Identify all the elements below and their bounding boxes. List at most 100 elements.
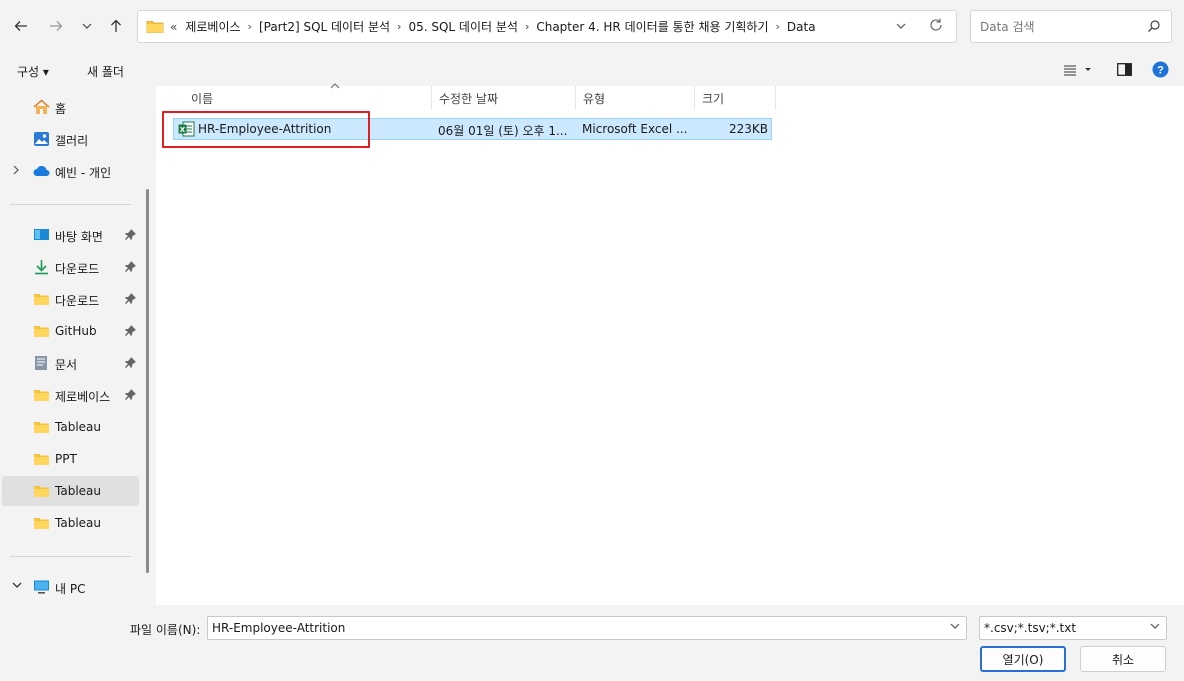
sidebar-item-label: 다운로드 xyxy=(55,262,100,276)
sidebar-item-tableau-2[interactable]: Tableau xyxy=(2,508,139,538)
file-type: Microsoft Excel ... xyxy=(582,122,688,136)
sidebar-item-label: 내 PC xyxy=(55,582,86,596)
filetype-select[interactable]: *.csv;*.tsv;*.txt xyxy=(979,616,1167,640)
sidebar-item-downloads[interactable]: 다운로드 xyxy=(2,252,139,282)
sidebar-scrollbar[interactable] xyxy=(146,189,149,573)
recent-locations-chevron-icon[interactable] xyxy=(75,14,99,38)
sidebar-item-tableau-selected[interactable]: Tableau xyxy=(2,476,139,506)
sidebar-item-label: 제로베이스 xyxy=(55,390,111,404)
up-arrow-icon[interactable] xyxy=(104,14,128,38)
dialog-footer: 파일 이름(N): HR-Employee-Attrition *.csv;*.… xyxy=(0,605,1184,681)
sidebar-item-label: Tableau xyxy=(55,484,101,498)
expand-chevron-icon[interactable] xyxy=(12,165,20,178)
onedrive-cloud-icon xyxy=(33,163,50,179)
folder-icon xyxy=(33,387,50,403)
download-arrow-icon xyxy=(33,259,50,275)
breadcrumb-chevron-icon[interactable]: › xyxy=(776,20,780,33)
column-size-label: 크기 xyxy=(702,91,725,106)
cancel-button[interactable]: 취소 xyxy=(1080,646,1166,672)
sidebar-item-label: PPT xyxy=(55,452,77,466)
sidebar-item-documents[interactable]: 문서 xyxy=(2,348,139,378)
sidebar-divider xyxy=(10,556,131,557)
sidebar-item-label: GitHub xyxy=(55,324,97,338)
sidebar-item-label: Tableau xyxy=(55,516,101,530)
view-options-icon[interactable] xyxy=(1063,63,1093,80)
new-folder-button[interactable]: 새 폴더 xyxy=(87,63,124,80)
refresh-icon[interactable] xyxy=(928,17,946,35)
search-placeholder: Data 검색 xyxy=(980,20,1035,34)
annotation-highlight-box xyxy=(162,111,370,148)
breadcrumb-chevron-icon[interactable]: › xyxy=(397,20,401,33)
file-modified: 06월 01일 (토) 오후 1... xyxy=(438,124,568,138)
column-modified-label: 수정한 날짜 xyxy=(439,91,499,106)
pin-icon[interactable] xyxy=(125,293,136,305)
column-type-label: 유형 xyxy=(583,91,606,106)
sidebar-divider xyxy=(10,204,131,205)
filetype-value: *.csv;*.tsv;*.txt xyxy=(984,621,1077,635)
folder-icon xyxy=(33,323,50,339)
sidebar-item-home[interactable]: 홈 xyxy=(2,92,139,122)
breadcrumb-segment[interactable]: [Part2] SQL 데이터 분석 xyxy=(259,18,390,35)
filename-dropdown-chevron-icon[interactable] xyxy=(950,622,960,633)
open-button[interactable]: 열기(O) xyxy=(980,646,1066,672)
search-input[interactable]: Data 검색 xyxy=(970,10,1172,43)
breadcrumb-chevron-icon[interactable]: › xyxy=(248,20,252,33)
sidebar-item-github[interactable]: GitHub xyxy=(2,316,139,346)
filename-value: HR-Employee-Attrition xyxy=(212,621,346,635)
address-dropdown-chevron-icon[interactable] xyxy=(893,18,909,34)
column-name-label: 이름 xyxy=(191,91,214,106)
breadcrumb-segment[interactable]: 제로베이스 xyxy=(185,18,240,35)
column-header-size[interactable]: 크기 xyxy=(695,86,776,110)
sidebar-item-this-pc[interactable]: 내 PC xyxy=(2,572,139,602)
documents-icon xyxy=(33,355,50,371)
sidebar-item-zerobase[interactable]: 제로베이스 xyxy=(2,380,139,410)
address-bar[interactable]: « 제로베이스 › [Part2] SQL 데이터 분석 › 05. SQL 데… xyxy=(137,10,957,43)
sidebar-item-label: 다운로드 xyxy=(55,294,100,308)
folder-icon xyxy=(33,515,50,531)
sidebar-item-ppt[interactable]: PPT xyxy=(2,444,139,474)
sidebar-item-onedrive[interactable]: 예빈 - 개인 xyxy=(2,156,139,186)
folder-icon xyxy=(33,483,50,499)
gallery-icon xyxy=(33,131,50,147)
sidebar-item-label: 예빈 - 개인 xyxy=(55,166,112,180)
sidebar-item-downloads-folder[interactable]: 다운로드 xyxy=(2,284,139,314)
column-header-modified[interactable]: 수정한 날짜 xyxy=(432,86,576,110)
pin-icon[interactable] xyxy=(125,389,136,401)
breadcrumb-segment[interactable]: Chapter 4. HR 데이터를 통한 채용 기획하기 xyxy=(536,18,768,35)
column-header-name[interactable]: 이름 xyxy=(184,83,432,110)
sidebar-item-label: 바탕 화면 xyxy=(55,230,103,244)
sidebar-item-label: 문서 xyxy=(55,358,78,372)
address-row: « 제로베이스 › [Part2] SQL 데이터 분석 › 05. SQL 데… xyxy=(0,0,1184,54)
sidebar-item-gallery[interactable]: 갤러리 xyxy=(2,124,139,154)
collapse-chevron-icon[interactable] xyxy=(12,581,22,592)
breadcrumb-segment[interactable]: 05. SQL 데이터 분석 xyxy=(408,18,517,35)
forward-arrow-icon[interactable] xyxy=(44,14,68,38)
help-icon[interactable]: ? xyxy=(1152,61,1169,81)
pin-icon[interactable] xyxy=(125,261,136,273)
sidebar-item-tableau[interactable]: Tableau xyxy=(2,412,139,442)
filename-input[interactable]: HR-Employee-Attrition xyxy=(207,616,967,640)
pin-icon[interactable] xyxy=(125,357,136,369)
sidebar-item-label: 홈 xyxy=(55,102,67,116)
column-header-type[interactable]: 유형 xyxy=(576,86,695,110)
computer-icon xyxy=(33,579,50,595)
desktop-icon xyxy=(33,227,50,243)
pin-icon[interactable] xyxy=(125,325,136,337)
folder-icon xyxy=(33,291,50,307)
filetype-dropdown-chevron-icon[interactable] xyxy=(1150,622,1160,633)
breadcrumb-chevron-icon[interactable]: › xyxy=(525,20,529,33)
filename-label: 파일 이름(N): xyxy=(130,623,201,637)
breadcrumb-overflow[interactable]: « xyxy=(170,20,177,34)
sidebar-item-desktop[interactable]: 바탕 화면 xyxy=(2,220,139,250)
back-arrow-icon[interactable] xyxy=(9,14,33,38)
sidebar-item-label: 갤러리 xyxy=(55,134,89,148)
home-icon xyxy=(33,99,50,115)
pin-icon[interactable] xyxy=(125,229,136,241)
sort-ascending-icon xyxy=(330,82,340,93)
navigation-pane: 홈 갤러리 예빈 - 개인 바탕 화면 다운로드 다운로드 GitHub 문서 … xyxy=(0,86,156,605)
preview-pane-icon[interactable] xyxy=(1117,63,1132,79)
search-icon[interactable] xyxy=(1147,19,1161,36)
organize-menu[interactable]: 구성 ▾ xyxy=(17,63,49,80)
folder-icon xyxy=(33,419,50,435)
breadcrumb-segment[interactable]: Data xyxy=(787,20,816,34)
